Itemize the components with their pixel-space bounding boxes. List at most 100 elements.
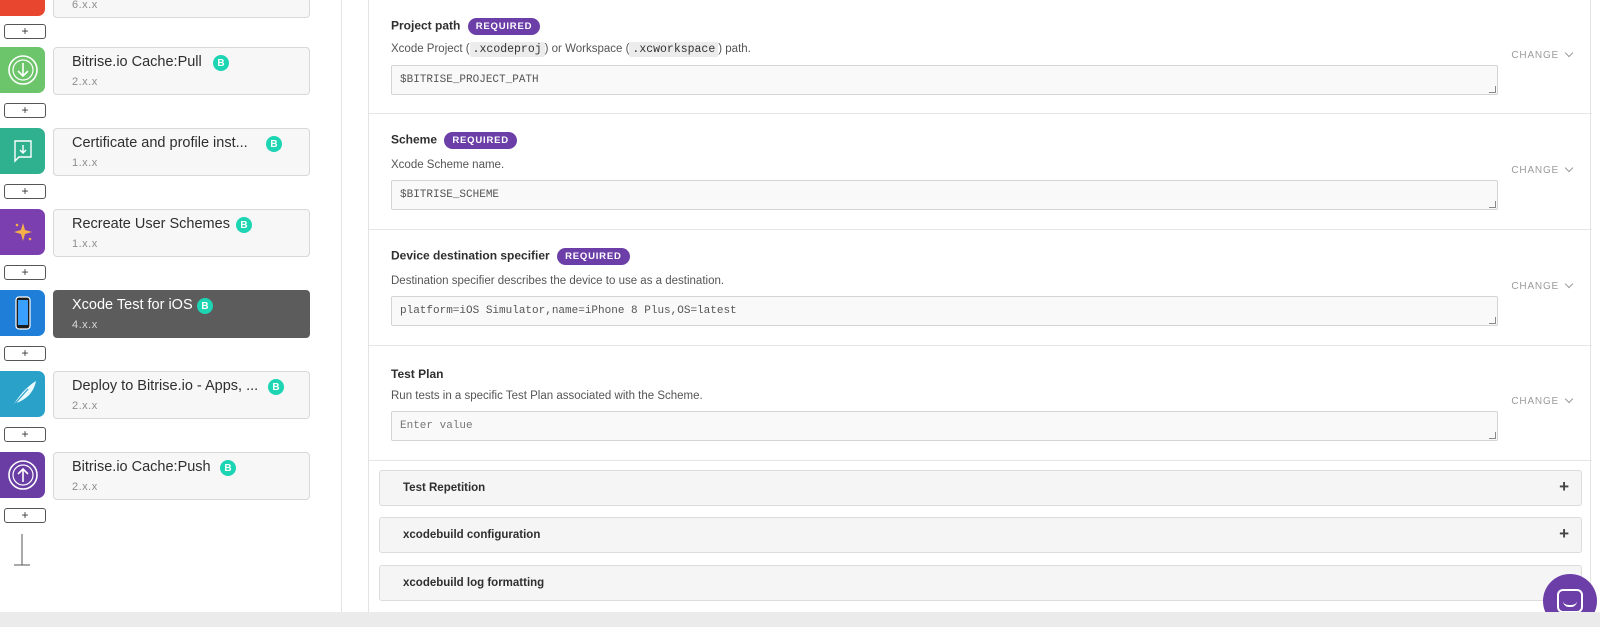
chevron-down-icon: [1564, 394, 1574, 404]
step-card[interactable]: Recreate User Schemes B 1.x.x: [53, 209, 310, 257]
input-title-text: Scheme: [391, 132, 438, 147]
input-description: Xcode Project (.xcodeproj) or Workspace …: [391, 42, 751, 57]
step-title: Bitrise.io Cache:Push: [72, 459, 211, 475]
add-step-button[interactable]: +: [4, 427, 46, 442]
step-icon: [0, 452, 45, 498]
step-version: 6.x.x: [72, 0, 98, 11]
expand-plus-icon[interactable]: +: [1559, 524, 1569, 544]
footer-bar: [0, 612, 1600, 627]
chevron-down-icon: [1564, 163, 1574, 173]
project-path-field[interactable]: $BITRISE_PROJECT_PATH: [391, 65, 1498, 95]
desc-text: Xcode Project (: [391, 43, 470, 55]
step-icon: [0, 47, 45, 93]
required-badge: REQUIRED: [467, 18, 541, 35]
expand-plus-icon[interactable]: +: [1559, 477, 1569, 497]
device-destination-field[interactable]: platform=iOS Simulator,name=iPhone 8 Plu…: [391, 296, 1498, 326]
input-description: Destination specifier describes the devi…: [391, 275, 725, 287]
download-circle-icon: [7, 55, 38, 85]
step-card[interactable]: Bitrise.io Cache:Push B 2.x.x: [53, 452, 310, 500]
resize-grip-icon[interactable]: [1489, 317, 1496, 324]
change-label: CHANGE: [1511, 281, 1559, 292]
step-row-partial[interactable]: 6.x.x: [0, 0, 342, 18]
heart-icon: [13, 0, 33, 3]
certificate-download-icon: [13, 140, 32, 163]
field-value: $BITRISE_PROJECT_PATH: [400, 74, 539, 86]
chevron-down-icon: [1564, 279, 1574, 289]
chevron-down-icon: [1564, 48, 1574, 58]
sparkle-icon: [13, 223, 32, 241]
add-step-button[interactable]: +: [4, 103, 46, 118]
input-title: Scheme REQUIRED: [391, 132, 517, 149]
bitrise-badge-icon: B: [266, 136, 282, 152]
bitrise-badge-icon: B: [268, 379, 284, 395]
input-description: Xcode Scheme name.: [391, 159, 505, 171]
step-icon: [0, 290, 45, 336]
change-label: CHANGE: [1511, 165, 1559, 176]
bitrise-badge-icon: B: [236, 217, 252, 233]
resize-grip-icon[interactable]: [1489, 86, 1496, 93]
step-row-recreate-schemes[interactable]: Recreate User Schemes B 1.x.x: [0, 209, 342, 257]
iphone-icon: [14, 296, 31, 330]
input-test-plan: Test Plan Run tests in a specific Test P…: [369, 346, 1592, 461]
step-title: Deploy to Bitrise.io - Apps, ...: [72, 378, 259, 394]
input-description: Run tests in a specific Test Plan associ…: [391, 390, 703, 402]
step-version: 2.x.x: [72, 481, 98, 493]
step-row-cache-pull[interactable]: Bitrise.io Cache:Pull B 2.x.x: [0, 47, 342, 95]
step-list-panel: 6.x.x + Bitrise.io Cache:Pull B 2.x.x +: [0, 0, 342, 612]
field-value: platform=iOS Simulator,name=iPhone 8 Plu…: [400, 305, 737, 317]
step-row-deploy[interactable]: Deploy to Bitrise.io - Apps, ... B 2.x.x: [0, 371, 342, 419]
resize-grip-icon[interactable]: [1489, 201, 1496, 208]
step-row-certificate[interactable]: Certificate and profile inst... B 1.x.x: [0, 128, 342, 176]
step-card[interactable]: Certificate and profile inst... B 1.x.x: [53, 128, 310, 176]
step-row-cache-push[interactable]: Bitrise.io Cache:Push B 2.x.x: [0, 452, 342, 500]
step-icon: [0, 0, 45, 16]
resize-grip-icon[interactable]: [1489, 432, 1496, 439]
step-icon: [0, 209, 45, 255]
required-badge: REQUIRED: [444, 132, 517, 149]
input-scheme: Scheme REQUIRED Xcode Scheme name. $BITR…: [369, 114, 1592, 230]
test-plan-field[interactable]: Enter value: [391, 411, 1498, 441]
add-step-button[interactable]: +: [4, 184, 46, 199]
step-title: Certificate and profile inst...: [72, 135, 248, 151]
chat-icon: [1557, 589, 1583, 613]
field-value: $BITRISE_SCHEME: [400, 189, 500, 201]
step-card[interactable]: Deploy to Bitrise.io - Apps, ... B 2.x.x: [53, 371, 310, 419]
collapsible-xcodebuild-log-formatting[interactable]: xcodebuild log formatting: [379, 565, 1582, 601]
add-step-button[interactable]: +: [4, 24, 46, 39]
change-button[interactable]: CHANGE: [1511, 394, 1574, 407]
step-title: Xcode Test for iOS: [72, 297, 193, 313]
bitrise-badge-icon: B: [213, 55, 229, 71]
add-step-button[interactable]: +: [4, 346, 46, 361]
change-button[interactable]: CHANGE: [1511, 48, 1574, 61]
input-title: Project path REQUIRED: [391, 18, 541, 35]
step-title: Bitrise.io Cache:Pull: [72, 54, 202, 70]
desc-text: ) or Workspace (: [544, 43, 630, 55]
input-title-text: Device destination specifier: [391, 248, 550, 263]
bitrise-badge-icon: B: [220, 460, 236, 476]
step-card[interactable]: Bitrise.io Cache:Pull B 2.x.x: [53, 47, 310, 95]
add-step-button[interactable]: +: [4, 265, 46, 280]
collapsible-xcodebuild-configuration[interactable]: xcodebuild configuration +: [379, 517, 1582, 553]
required-badge: REQUIRED: [557, 248, 630, 265]
bitrise-badge-icon: B: [197, 298, 213, 314]
step-title: Recreate User Schemes: [72, 216, 230, 232]
upload-circle-icon: [7, 460, 38, 490]
workflow-end-marker-icon: [14, 534, 30, 566]
input-device-destination: Device destination specifier REQUIRED De…: [369, 230, 1592, 346]
step-card[interactable]: 6.x.x: [53, 0, 310, 18]
scheme-field[interactable]: $BITRISE_SCHEME: [391, 180, 1498, 210]
step-icon: [0, 128, 45, 174]
collapsible-label: xcodebuild configuration: [403, 529, 541, 541]
step-inputs-panel: Project path REQUIRED Xcode Project (.xc…: [368, 0, 1592, 612]
step-version: 2.x.x: [72, 76, 98, 88]
change-button[interactable]: CHANGE: [1511, 279, 1574, 292]
change-button[interactable]: CHANGE: [1511, 163, 1574, 176]
code-chip: .xcworkspace: [629, 42, 719, 57]
step-row-xcode-test[interactable]: Xcode Test for iOS B 4.x.x: [0, 290, 342, 338]
add-step-button[interactable]: +: [4, 508, 46, 523]
desc-text: ) path.: [718, 43, 751, 55]
input-title-text: Project path: [391, 18, 461, 33]
collapsible-test-repetition[interactable]: Test Repetition +: [379, 470, 1582, 506]
step-card-selected[interactable]: Xcode Test for iOS B 4.x.x: [53, 290, 310, 338]
feather-icon: [11, 381, 36, 408]
